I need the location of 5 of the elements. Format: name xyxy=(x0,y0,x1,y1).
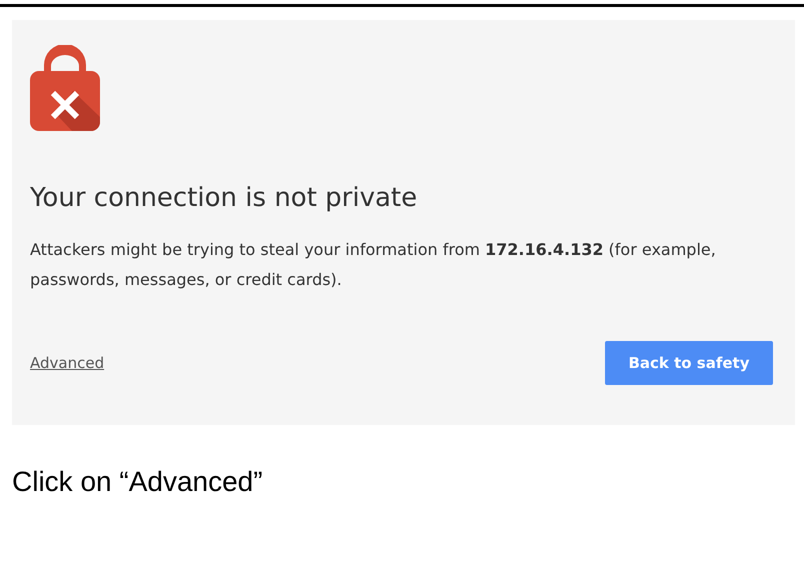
caption: Click on “Advanced” xyxy=(12,466,264,498)
lock-error-icon xyxy=(30,45,100,131)
heading: Your connection is not private xyxy=(30,183,418,213)
advanced-link[interactable]: Advanced xyxy=(30,354,104,372)
warning-message: Attackers might be trying to steal your information from 172.16.4.132 (for example, passwords, messages, or credit cards). xyxy=(30,239,717,291)
